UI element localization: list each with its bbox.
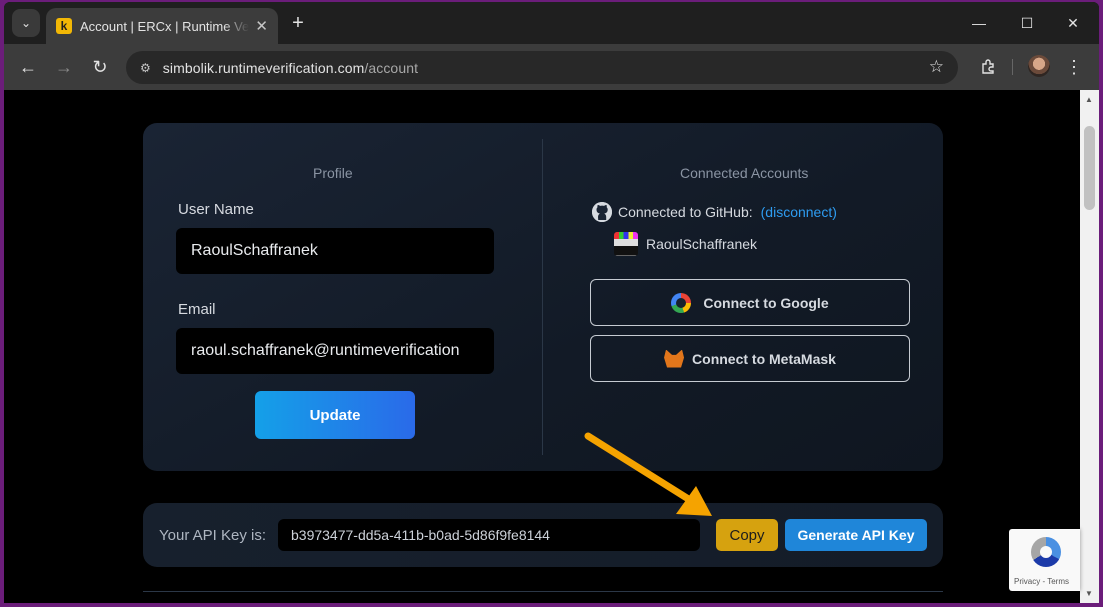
card-divider (542, 139, 543, 455)
github-connected-text: Connected to GitHub: (618, 204, 753, 220)
active-tab[interactable]: k Account | ERCx | Runtime Verification … (46, 8, 278, 44)
scroll-up-icon[interactable]: ▲ (1085, 95, 1093, 104)
recaptcha-links: Privacy - Terms (1014, 577, 1069, 586)
connect-google-label: Connect to Google (703, 294, 829, 311)
url-text: simbolik.runtimeverification.com/account (162, 59, 419, 76)
new-tab-button[interactable]: + (286, 11, 310, 35)
connect-metamask-button[interactable]: Connect to MetaMask (590, 335, 910, 382)
username-label: User Name (178, 201, 254, 218)
profile-avatar[interactable] (1028, 55, 1050, 77)
metamask-fox-icon (664, 349, 685, 368)
tab-close-icon[interactable]: ✕ (255, 17, 268, 35)
username-field[interactable]: RaoulSchaffranek (176, 228, 494, 274)
tab-search-button[interactable]: ⌄ (12, 9, 40, 37)
copy-button[interactable]: Copy (716, 519, 778, 551)
api-key-field[interactable]: b3973477-dd5a-411b-b0ad-5d86f9fe8144 (278, 519, 700, 551)
connect-google-button[interactable]: Connect to Google (590, 279, 910, 326)
email-field[interactable]: raoul.schaffranek@runtimeverification (176, 328, 494, 374)
email-label: Email (178, 301, 216, 318)
browser-menu-icon[interactable]: ⋮ (1064, 53, 1084, 81)
github-disconnect-link[interactable]: (disconnect) (761, 204, 837, 220)
tab-title: Account | ERCx | Runtime Verification (79, 18, 250, 34)
update-button[interactable]: Update (255, 391, 415, 439)
github-avatar (614, 232, 638, 256)
github-username: RaoulSchaffranek (646, 236, 758, 252)
google-icon (671, 292, 692, 313)
scroll-down-icon[interactable]: ▼ (1085, 589, 1093, 598)
bookmark-star-icon[interactable]: ☆ (929, 57, 944, 77)
toolbar-separator (1012, 59, 1013, 75)
github-connection-row: Connected to GitHub: (disconnect) (592, 202, 837, 222)
github-user-row: RaoulSchaffranek (614, 232, 757, 256)
recaptcha-icon (1031, 537, 1061, 567)
tab-strip: ⌄ k Account | ERCx | Runtime Verificatio… (4, 2, 1099, 44)
github-icon (592, 202, 612, 222)
browser-toolbar: ← → ↻ ⚙ simbolik.runtimeverification.com… (4, 44, 1099, 90)
forward-icon[interactable]: → (50, 53, 78, 81)
connected-accounts-heading: Connected Accounts (680, 165, 809, 181)
generate-api-key-button[interactable]: Generate API Key (785, 519, 927, 551)
scroll-thumb[interactable] (1084, 126, 1095, 210)
site-settings-icon[interactable]: ⚙ (140, 61, 151, 75)
connect-metamask-label: Connect to MetaMask (692, 350, 836, 367)
browser-window: ⌄ k Account | ERCx | Runtime Verificatio… (4, 2, 1099, 603)
close-window-icon[interactable]: ✕ (1058, 10, 1088, 36)
recaptcha-badge[interactable]: Privacy - Terms (1009, 529, 1080, 591)
site-favicon-icon: k (56, 18, 72, 34)
maximize-icon[interactable]: ☐ (1012, 10, 1042, 36)
annotation-arrow-icon (584, 432, 712, 516)
section-divider (143, 591, 943, 592)
reload-icon[interactable]: ↻ (86, 53, 114, 81)
address-bar[interactable]: ⚙ simbolik.runtimeverification.com/accou… (126, 51, 958, 84)
back-icon[interactable]: ← (14, 53, 42, 81)
profile-heading: Profile (313, 165, 353, 181)
extensions-icon[interactable] (974, 53, 1002, 81)
api-key-label: Your API Key is: (159, 527, 267, 544)
minimize-icon[interactable]: — (964, 10, 994, 36)
